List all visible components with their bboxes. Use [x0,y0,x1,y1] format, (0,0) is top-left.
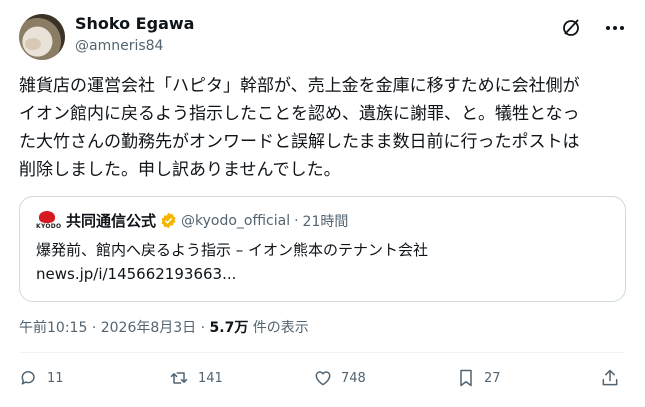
tweet-line: イオン館内に戻るよう指示したことを認め、遺族に謝罪、と。犠牲となっ [19,104,580,124]
reply-icon [21,371,35,385]
tweet-line: 雑貨店の運営会社「ハピタ」幹部が、売上金を金庫に移すために会社側が [19,76,580,96]
bookmark-button[interactable]: 27 [456,368,501,388]
reply-count: 11 [47,370,64,386]
reply-button[interactable]: 11 [19,368,64,388]
divider [19,352,625,353]
quote-header: KYODO 共同通信公式 @kyodo_official · 21時間 [36,210,348,231]
like-count: 748 [341,370,366,386]
bookmark-count: 27 [484,370,501,386]
bookmark-icon [460,369,472,387]
meta-separator: · [200,320,206,336]
repost-count: 141 [198,370,223,386]
post-time[interactable]: 午前10:15 [19,320,87,336]
avatar[interactable] [19,14,65,60]
quote-handle[interactable]: @kyodo_official [181,213,290,229]
heart-icon [315,371,331,386]
meta-separator: · [91,320,97,336]
quote-separator: · [294,212,299,229]
view-count: 5.7万 [209,320,249,336]
quote-link[interactable]: news.jp/i/145662193663... [36,262,611,286]
tweet-line: 削除しました。申し訳ありませんでした。 [19,160,341,180]
post-date[interactable]: 2026年8月3日 [101,320,196,336]
tweet-line: た大竹さんの勤務先がオンワードと誤解したまま数日前に行ったポストは [19,132,580,152]
author-name[interactable]: Shoko Egawa [75,14,194,33]
like-button[interactable]: 748 [313,368,366,388]
quoted-tweet[interactable]: KYODO 共同通信公式 @kyodo_official · 21時間 爆発前、… [19,196,626,302]
action-bar: 11 141 748 27 [19,368,625,398]
quote-text: 爆発前、館内へ戻るよう指示 – イオン熊本のテナント会社 [36,241,429,259]
quote-time[interactable]: 21時間 [303,211,349,231]
kyodo-logo: KYODO [36,210,61,231]
more-icon[interactable] [603,16,627,40]
view-label: 件の表示 [252,320,309,336]
quote-body: 爆発前、館内へ戻るよう指示 – イオン熊本のテナント会社 news.jp/i/1… [36,238,611,286]
share-icon [602,369,618,386]
tweet-meta: 午前10:15 · 2026年8月3日 · 5.7万 件の表示 [19,317,309,337]
author-handle[interactable]: @amneris84 [75,38,163,54]
tweet-text: 雑貨店の運営会社「ハピタ」幹部が、売上金を金庫に移すために会社側が イオン館内に… [19,72,629,184]
grok-icon[interactable] [559,16,583,40]
top-icons [559,16,627,40]
verified-badge-icon [160,212,177,229]
share-button[interactable] [600,368,620,388]
repost-icon [170,372,188,384]
repost-button[interactable]: 141 [168,368,223,388]
quote-author-name[interactable]: 共同通信公式 [66,210,156,231]
